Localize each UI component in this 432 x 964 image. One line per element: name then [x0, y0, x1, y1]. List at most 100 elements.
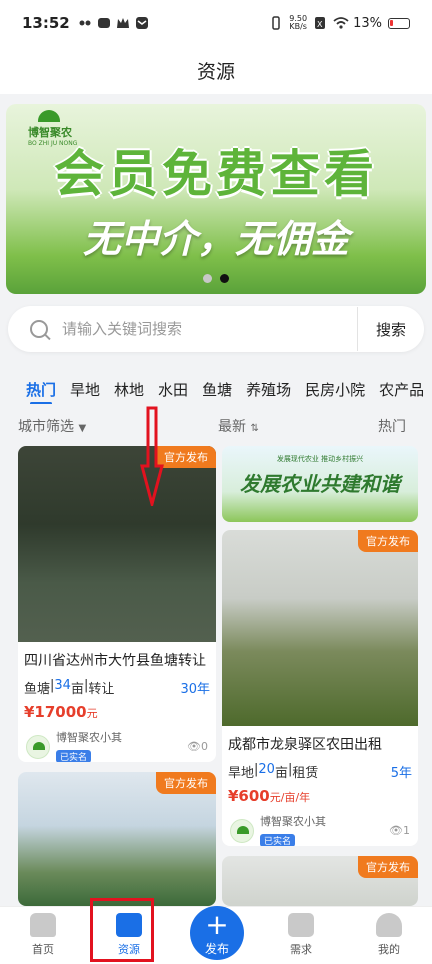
- official-badge: 官方发布: [156, 446, 216, 468]
- tab-hot[interactable]: 热门: [26, 379, 56, 404]
- nav-demand[interactable]: 需求: [258, 907, 344, 964]
- annotation-arrow-icon: [140, 406, 164, 506]
- view-count: 👁1: [389, 824, 410, 837]
- tab-house[interactable]: 民房小院: [305, 379, 365, 400]
- official-badge: 官方发布: [358, 530, 418, 552]
- document-icon: [288, 913, 314, 937]
- publish-button[interactable]: + 发布: [190, 906, 244, 960]
- status-bar: 13:52 9.50 KB/s X 13%: [0, 0, 432, 46]
- listing-image: 官方发布: [222, 530, 418, 726]
- eye-icon: 👁: [187, 740, 201, 753]
- publisher-name: 博智聚农小其: [56, 731, 122, 744]
- dots-icon: [78, 16, 92, 30]
- speed-unit: KB/s: [289, 22, 307, 31]
- sort-hot[interactable]: 热门: [378, 416, 406, 436]
- search-bar: 搜索: [8, 306, 424, 352]
- status-right: 9.50 KB/s X 13%: [269, 15, 410, 31]
- wifi-icon: [333, 16, 349, 30]
- view-count-value: 0: [201, 740, 208, 753]
- lease-years: 30年: [180, 682, 210, 697]
- city-filter[interactable]: 城市筛选 ▼: [18, 416, 86, 436]
- tab-fish-pond[interactable]: 鱼塘: [202, 379, 232, 400]
- svg-text:X: X: [317, 20, 323, 29]
- app-icon: [97, 16, 111, 30]
- ad-card[interactable]: 发展现代农业 推动乡村振兴 发展农业共建和谐: [222, 446, 418, 522]
- nav-mine-label: 我的: [378, 943, 400, 956]
- carousel-indicator: [6, 274, 426, 283]
- publisher-avatar: [26, 734, 50, 759]
- listing-card[interactable]: 官方发布 成都市龙泉驿区农田出租 旱地 | 20 亩 | 租赁 5年 ¥600元/亩/年 …: [222, 530, 418, 846]
- tab-dry-land[interactable]: 旱地: [70, 379, 100, 400]
- ad-small-text: 发展现代农业 推动乡村振兴: [276, 455, 364, 463]
- search-input[interactable]: [62, 320, 357, 338]
- carousel-dot[interactable]: [203, 274, 212, 283]
- listing-price: ¥17000元: [18, 703, 216, 721]
- nav-home-label: 首页: [32, 943, 54, 956]
- publisher-avatar: [230, 818, 254, 843]
- promo-banner[interactable]: 博智聚农 BO ZHI JU NONG 会员免费查看 无中介，无佣金: [6, 104, 426, 294]
- network-speed: 9.50 KB/s: [289, 15, 307, 31]
- sort-latest-label: 最新: [218, 419, 246, 435]
- listing-card[interactable]: 官方发布: [18, 772, 216, 906]
- tab-farm[interactable]: 养殖场: [246, 379, 291, 400]
- sort-icon: ⇅: [250, 423, 259, 434]
- search-icon: [30, 320, 48, 338]
- listing-image: 官方发布: [18, 772, 216, 906]
- land-type: 鱼塘: [24, 682, 51, 697]
- page-header: 资源: [0, 46, 432, 94]
- user-icon: [376, 913, 402, 937]
- vibrate-icon: [269, 16, 283, 30]
- listing-price: ¥600元/亩/年: [222, 787, 418, 805]
- caret-down-icon: ▼: [78, 423, 87, 434]
- tab-forest[interactable]: 林地: [114, 379, 144, 400]
- listing-title: 成都市龙泉驿区农田出租: [228, 737, 382, 753]
- filter-row: 城市筛选 ▼ 最新 ⇅ 热门: [0, 416, 432, 436]
- sort-hot-label: 热门: [378, 419, 406, 435]
- price-unit: 元/亩/年: [269, 791, 311, 804]
- land-type: 旱地: [228, 766, 255, 781]
- publisher-info: 博智聚农小其 已实名: [260, 813, 389, 846]
- deal-mode: 租赁: [292, 766, 319, 781]
- view-count: 👁0: [187, 740, 208, 753]
- publisher-info: 博智聚农小其 已实名: [56, 729, 187, 762]
- deal-mode: 转让: [88, 682, 115, 697]
- battery-icon: [388, 17, 410, 29]
- listing-meta: 旱地 | 20 亩 | 租赁 5年: [228, 762, 412, 781]
- publisher-row: 博智聚农小其 已实名 👁0: [18, 729, 216, 762]
- official-badge: 官方发布: [358, 856, 418, 878]
- nav-demand-label: 需求: [290, 943, 312, 956]
- crown-icon: [116, 16, 130, 30]
- view-count-value: 1: [403, 824, 410, 837]
- page-title: 资源: [196, 60, 235, 83]
- nav-home[interactable]: 首页: [0, 907, 86, 964]
- category-tabs: 热门 旱地 林地 水田 鱼塘 养殖场 民房小院 农产品: [0, 374, 432, 404]
- sort-latest[interactable]: 最新 ⇅: [218, 416, 259, 436]
- listing-title: 四川省达州市大竹县鱼塘转让: [24, 653, 206, 669]
- listing-meta: 鱼塘 | 34 亩 | 转让 30年: [24, 678, 210, 697]
- listing-card[interactable]: 官方发布 四川省达州市大竹县鱼塘转让 鱼塘 | 34 亩 | 转让 30年 ¥17000元…: [18, 446, 216, 762]
- city-filter-label: 城市筛选: [18, 419, 74, 435]
- message-icon: [135, 16, 149, 30]
- publisher-row: 博智聚农小其 已实名 👁1: [222, 813, 418, 846]
- listing-image: 官方发布: [222, 856, 418, 906]
- area-unit: 亩: [70, 682, 84, 697]
- status-time: 13:52: [22, 14, 70, 32]
- search-button[interactable]: 搜索: [358, 319, 424, 340]
- plus-icon: +: [205, 908, 229, 941]
- tab-produce[interactable]: 农产品: [379, 379, 424, 400]
- status-notification-icons: [78, 16, 149, 30]
- tab-paddy[interactable]: 水田: [158, 379, 188, 400]
- banner-title: 会员免费查看: [54, 145, 378, 203]
- price-unit: 元: [86, 707, 98, 720]
- verified-badge: 已实名: [56, 750, 92, 762]
- sim-icon: X: [313, 16, 327, 30]
- carousel-dot-active[interactable]: [220, 274, 229, 283]
- publish-label: 发布: [204, 942, 229, 956]
- nav-mine[interactable]: 我的: [346, 907, 432, 964]
- publisher-name: 博智聚农小其: [260, 815, 326, 828]
- listing-card[interactable]: 官方发布: [222, 856, 418, 906]
- official-badge: 官方发布: [156, 772, 216, 794]
- area-unit: 亩: [274, 766, 288, 781]
- land-area: 20: [258, 762, 275, 777]
- price-value: ¥600: [228, 787, 270, 805]
